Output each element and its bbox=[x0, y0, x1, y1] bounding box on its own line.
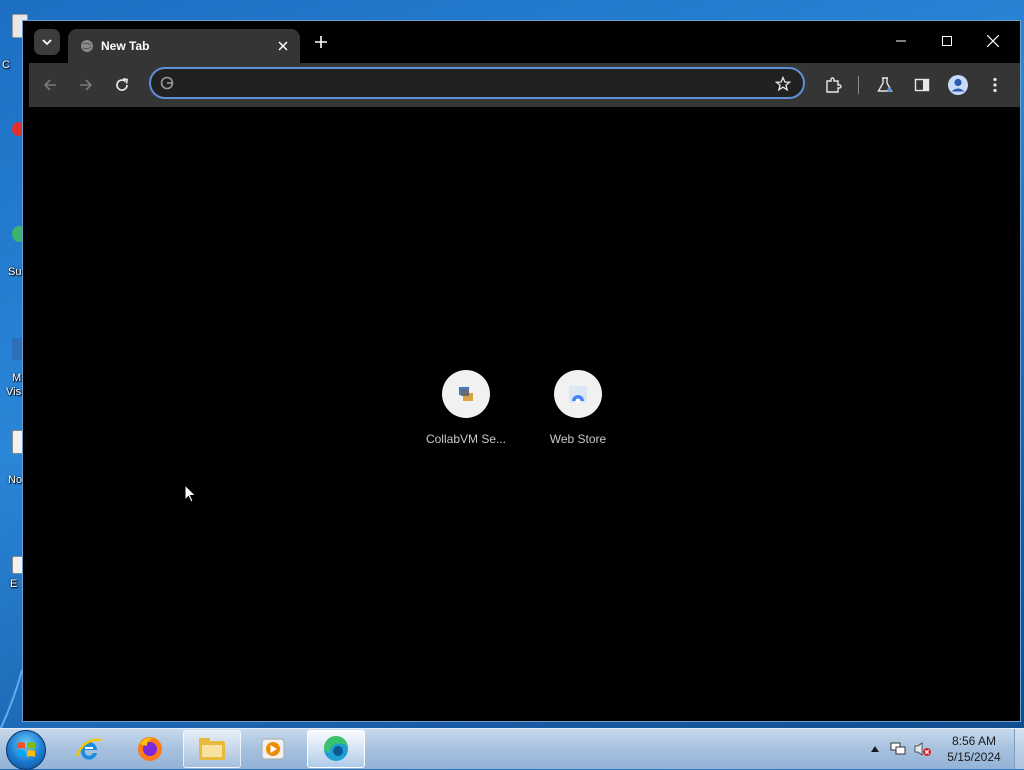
desktop-icon-label: E bbox=[10, 578, 18, 590]
internet-explorer-icon bbox=[75, 738, 102, 760]
new-tab-page: CollabVM Se... Web Store bbox=[29, 107, 1020, 721]
chevron-down-icon bbox=[42, 39, 52, 46]
taskbar-firefox[interactable] bbox=[121, 730, 179, 768]
tab-close-button[interactable] bbox=[274, 37, 292, 55]
maximize-icon bbox=[942, 36, 952, 46]
show-desktop-button[interactable] bbox=[1014, 729, 1024, 769]
tray-volume[interactable] bbox=[912, 729, 934, 769]
show-hidden-icons-button[interactable] bbox=[867, 729, 883, 769]
desktop-icon-1[interactable]: C bbox=[0, 14, 28, 74]
shortcut-tile bbox=[442, 370, 490, 418]
shortcut-label: CollabVM Se... bbox=[425, 432, 507, 446]
windows-logo-icon bbox=[17, 742, 35, 757]
edge-icon bbox=[323, 735, 348, 761]
browser-toolbar bbox=[29, 63, 1020, 107]
profile-button[interactable] bbox=[945, 72, 971, 98]
maximize-button[interactable] bbox=[924, 27, 970, 55]
address-bar[interactable] bbox=[149, 67, 805, 99]
menu-button[interactable] bbox=[982, 72, 1008, 98]
forward-button[interactable] bbox=[73, 72, 99, 98]
clock[interactable]: 8:56 AM 5/15/2024 bbox=[938, 733, 1010, 765]
address-input[interactable] bbox=[185, 73, 749, 95]
browser-window: New Tab CollabVM Se... Web Store bbox=[22, 20, 1021, 722]
shortcut-label: Web Store bbox=[549, 432, 607, 446]
back-button[interactable] bbox=[37, 72, 63, 98]
title-bar: New Tab bbox=[23, 21, 1020, 63]
desktop-icon-label: M bbox=[12, 372, 22, 384]
kebab-menu-icon bbox=[993, 77, 997, 93]
shortcut-tile bbox=[554, 370, 602, 418]
tab-search-button[interactable] bbox=[34, 29, 60, 55]
tab-new-tab[interactable]: New Tab bbox=[68, 29, 300, 63]
reload-button[interactable] bbox=[109, 72, 135, 98]
web-store-icon bbox=[569, 386, 587, 404]
network-icon bbox=[890, 742, 906, 755]
chevron-up-icon bbox=[871, 746, 879, 752]
tab-title: New Tab bbox=[101, 39, 150, 53]
firefox-icon bbox=[138, 737, 162, 761]
close-icon bbox=[987, 35, 999, 47]
arrow-left-icon bbox=[43, 79, 56, 91]
side-panel-icon bbox=[914, 78, 930, 92]
start-button[interactable] bbox=[6, 730, 46, 770]
desktop-icon-4[interactable]: M Vis bbox=[0, 338, 26, 404]
new-tab-button[interactable] bbox=[310, 31, 332, 53]
shortcut-web-store[interactable]: Web Store bbox=[528, 370, 628, 446]
arrow-right-icon bbox=[80, 79, 93, 91]
shortcut-collabvm[interactable]: CollabVM Se... bbox=[416, 370, 516, 446]
desktop-swoosh bbox=[0, 669, 22, 730]
clock-date: 5/15/2024 bbox=[947, 750, 1001, 764]
plus-icon bbox=[315, 36, 327, 48]
toolbar-separator bbox=[858, 76, 859, 94]
taskbar: 8:56 AM 5/15/2024 bbox=[0, 728, 1024, 770]
side-panel-button[interactable] bbox=[909, 72, 935, 98]
bookmark-star-button[interactable] bbox=[773, 74, 793, 94]
avatar-icon bbox=[948, 75, 968, 95]
volume-muted-icon bbox=[914, 742, 931, 756]
taskbar-edge[interactable] bbox=[307, 730, 365, 768]
folder-icon bbox=[199, 738, 225, 760]
desktop-icon-2[interactable] bbox=[0, 122, 24, 162]
puzzle-icon bbox=[826, 77, 842, 93]
desktop-icon-6[interactable]: E bbox=[0, 556, 28, 596]
desktop-icon-label: Su bbox=[8, 266, 22, 278]
labs-button[interactable] bbox=[872, 72, 898, 98]
desktop-icon-5[interactable]: No bbox=[0, 430, 28, 490]
google-g-icon bbox=[160, 76, 174, 90]
taskbar-internet-explorer[interactable] bbox=[60, 730, 118, 768]
close-icon bbox=[278, 41, 288, 51]
mouse-cursor bbox=[184, 484, 197, 503]
tray-network[interactable] bbox=[888, 729, 908, 769]
clock-time: 8:56 AM bbox=[951, 734, 997, 748]
minimize-button[interactable] bbox=[878, 27, 924, 55]
taskbar-media-player[interactable] bbox=[244, 730, 302, 768]
globe-icon bbox=[81, 40, 93, 52]
close-window-button[interactable] bbox=[970, 27, 1016, 55]
desktop-icon-3[interactable]: Su bbox=[0, 226, 26, 286]
desktop-icon-label: No bbox=[8, 474, 23, 486]
star-icon bbox=[775, 76, 791, 92]
flask-icon bbox=[877, 77, 893, 93]
media-player-icon bbox=[261, 738, 285, 760]
minimize-icon bbox=[896, 40, 906, 42]
extensions-button[interactable] bbox=[820, 72, 846, 98]
reload-icon bbox=[116, 78, 128, 91]
desktop-icon-label: C bbox=[2, 59, 10, 71]
taskbar-file-explorer[interactable] bbox=[183, 730, 241, 768]
desktop-icon-label: Vis bbox=[6, 386, 22, 398]
collabvm-icon bbox=[459, 387, 473, 401]
